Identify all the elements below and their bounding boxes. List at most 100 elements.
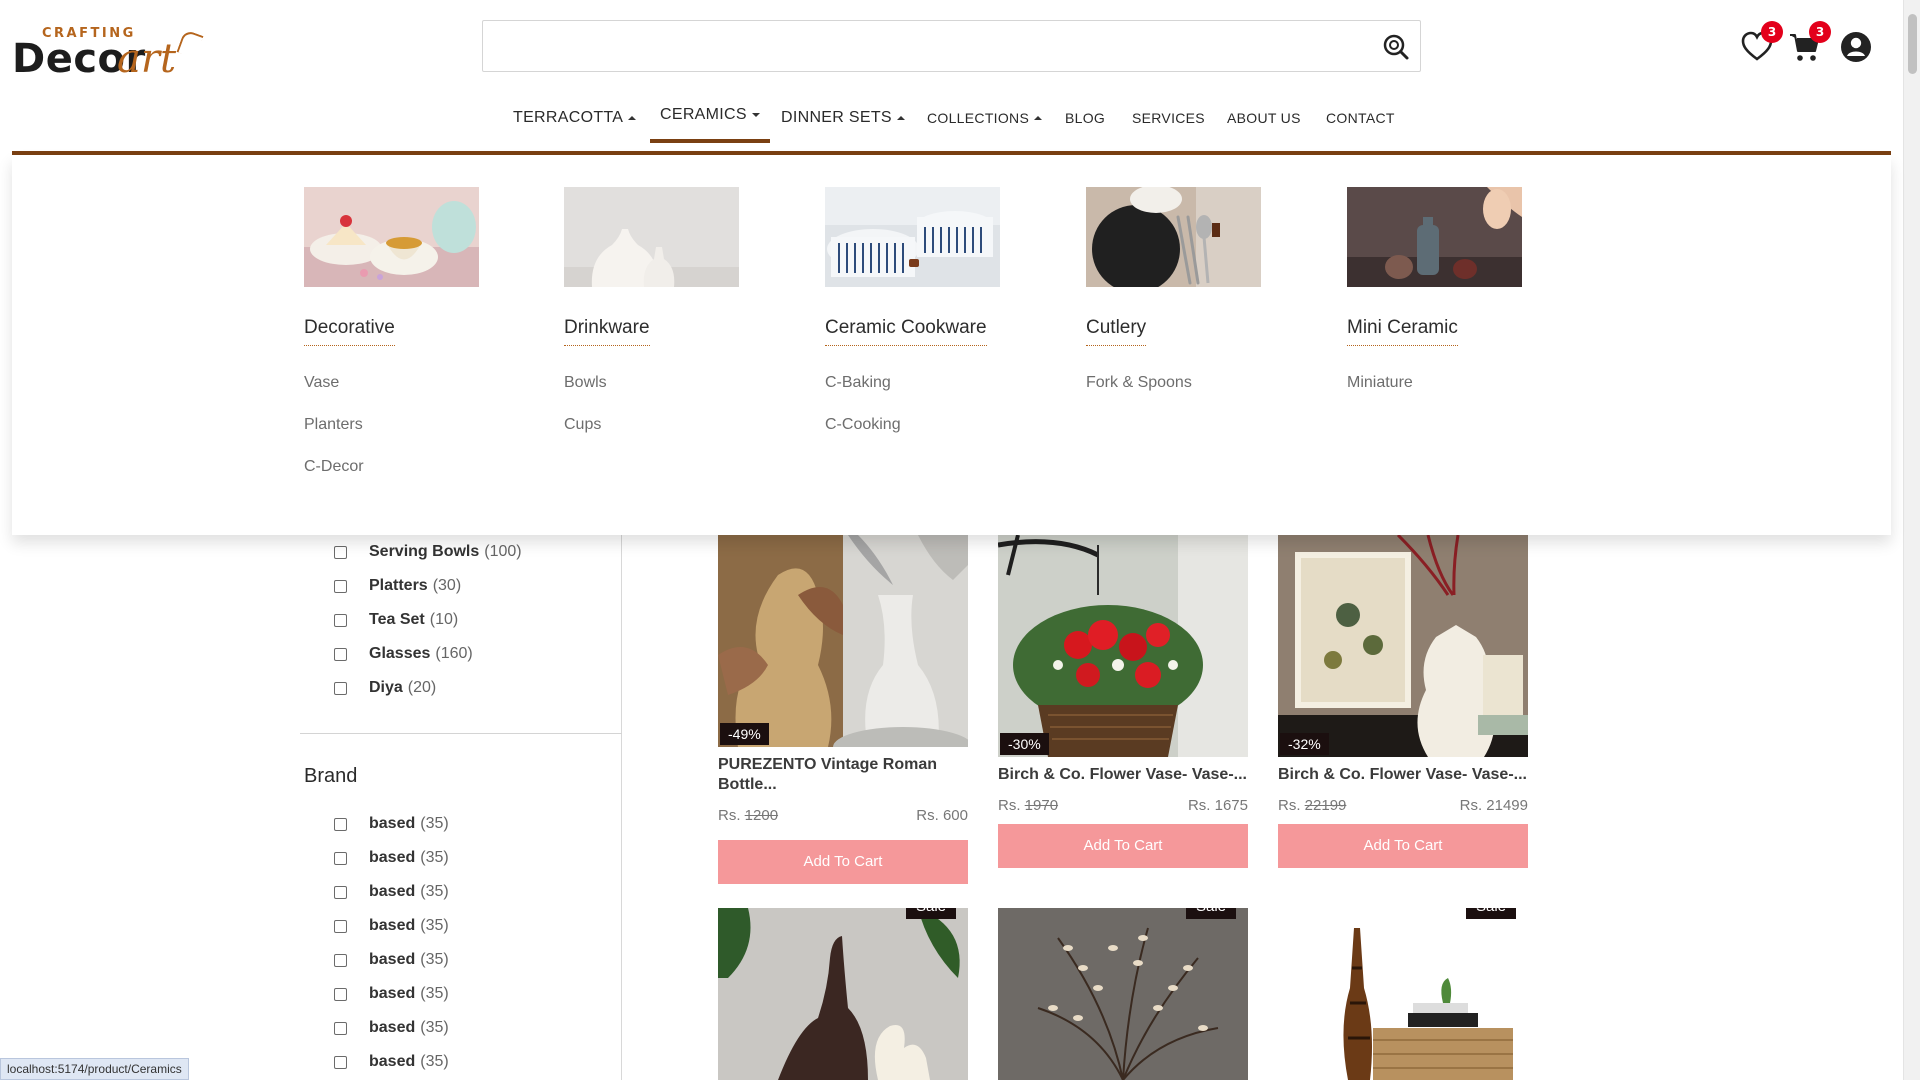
filter-option[interactable]: Platters (30) bbox=[334, 577, 461, 595]
add-to-cart-button[interactable]: Add To Cart bbox=[998, 824, 1248, 868]
discount-badge: -32% bbox=[1280, 733, 1329, 755]
mini-ceramic-image[interactable] bbox=[1347, 187, 1522, 287]
product-image[interactable]: Sale bbox=[998, 908, 1248, 1080]
filter-option[interactable]: Tea Set (10) bbox=[334, 611, 458, 629]
brand-option[interactable]: based (35) bbox=[334, 849, 449, 867]
scrollbar-thumb[interactable] bbox=[1908, 14, 1917, 74]
drinkware-image[interactable] bbox=[564, 187, 739, 287]
nav-collections[interactable]: COLLECTIONS bbox=[927, 92, 1043, 144]
nav-label: CERAMICS bbox=[660, 106, 747, 123]
nav-contact[interactable]: CONTACT bbox=[1326, 92, 1395, 144]
old-price: 1970 bbox=[1024, 797, 1059, 814]
mega-title[interactable]: Drinkware bbox=[564, 317, 650, 346]
currency-label: Rs. bbox=[998, 797, 1021, 814]
add-to-cart-button[interactable]: Add To Cart bbox=[718, 840, 968, 884]
product-card[interactable]: Sale bbox=[718, 908, 968, 1080]
checkbox[interactable] bbox=[334, 1021, 347, 1035]
search-input[interactable] bbox=[483, 21, 1363, 69]
brand-option[interactable]: based (35) bbox=[334, 1053, 449, 1071]
ceramic-cookware-image[interactable] bbox=[825, 187, 1000, 287]
product-image[interactable]: Sale bbox=[718, 908, 968, 1080]
currency-label: Rs. bbox=[1278, 797, 1301, 814]
page-scrollbar[interactable] bbox=[1903, 0, 1920, 1080]
old-price-group: Rs. 22199 bbox=[1278, 797, 1346, 814]
mega-link-bowls[interactable]: Bowls bbox=[564, 374, 764, 392]
brand-name: based bbox=[369, 985, 416, 1002]
product-image[interactable]: -49% bbox=[718, 535, 968, 747]
checkbox[interactable] bbox=[334, 851, 347, 865]
logo[interactable]: CRAFTING Decor art bbox=[12, 22, 204, 82]
filter-option[interactable]: Diya (20) bbox=[334, 679, 436, 697]
product-image[interactable]: -32% bbox=[1278, 535, 1528, 757]
brand-filter-title: Brand bbox=[304, 765, 358, 787]
brand-option[interactable]: based (35) bbox=[334, 883, 449, 901]
product-title[interactable]: Birch & Co. Flower Vase- Vase-... bbox=[1278, 765, 1528, 785]
checkbox[interactable] bbox=[334, 613, 347, 627]
checkbox[interactable] bbox=[334, 953, 347, 967]
mega-link-c-decor[interactable]: C-Decor bbox=[304, 458, 504, 476]
checkbox[interactable] bbox=[334, 885, 347, 899]
mega-link-vase[interactable]: Vase bbox=[304, 374, 504, 392]
brand-option[interactable]: based (35) bbox=[334, 985, 449, 1003]
mega-title[interactable]: Decorative bbox=[304, 317, 395, 346]
filter-option[interactable]: Serving Bowls (100) bbox=[334, 543, 522, 561]
nav-blog[interactable]: BLOG bbox=[1065, 92, 1105, 144]
sale-badge: Sale bbox=[905, 908, 956, 919]
brand-name: based bbox=[369, 849, 416, 866]
mega-link-planters[interactable]: Planters bbox=[304, 416, 504, 434]
nav-terracotta[interactable]: TERRACOTTA bbox=[513, 92, 637, 144]
mega-title[interactable]: Cutlery bbox=[1086, 317, 1147, 346]
product-image[interactable]: Sale bbox=[1278, 908, 1528, 1080]
brand-option[interactable]: based (35) bbox=[334, 951, 449, 969]
decorative-image[interactable] bbox=[304, 187, 479, 287]
nav-dinner-sets[interactable]: DINNER SETS bbox=[781, 92, 905, 144]
product-title[interactable]: PUREZENTO Vintage Roman Bottle... bbox=[718, 755, 968, 795]
checkbox[interactable] bbox=[334, 647, 347, 661]
add-to-cart-button[interactable]: Add To Cart bbox=[1278, 824, 1528, 868]
wishlist-count-badge: 3 bbox=[1761, 21, 1783, 43]
sale-badge: Sale bbox=[1465, 908, 1516, 919]
nav-label: ABOUT US bbox=[1227, 110, 1301, 126]
product-card[interactable]: Sale bbox=[998, 908, 1248, 1080]
checkbox[interactable] bbox=[334, 817, 347, 831]
checkbox[interactable] bbox=[334, 545, 347, 559]
mega-link-c-cooking[interactable]: C-Cooking bbox=[825, 416, 1025, 434]
wishlist-button[interactable]: 3 bbox=[1740, 21, 1783, 64]
caret-up-icon bbox=[1034, 116, 1043, 120]
checkbox[interactable] bbox=[334, 579, 347, 593]
brand-count: (35) bbox=[420, 1053, 449, 1070]
search-icon[interactable] bbox=[1382, 33, 1410, 61]
mega-title[interactable]: Ceramic Cookware bbox=[825, 317, 987, 346]
checkbox[interactable] bbox=[334, 681, 347, 695]
mega-title[interactable]: Mini Ceramic bbox=[1347, 317, 1458, 346]
checkbox[interactable] bbox=[334, 987, 347, 1001]
brand-count: (35) bbox=[420, 815, 449, 832]
product-card[interactable]: -32% Birch & Co. Flower Vase- Vase-... R… bbox=[1278, 535, 1528, 868]
brand-option[interactable]: based (35) bbox=[334, 815, 449, 833]
nav-services[interactable]: SERVICES bbox=[1132, 92, 1205, 144]
product-image[interactable]: -30% bbox=[998, 535, 1248, 757]
product-prices: Rs. 1970 Rs. 1675 bbox=[998, 797, 1248, 814]
account-button[interactable] bbox=[1839, 30, 1873, 64]
brand-count: (35) bbox=[420, 849, 449, 866]
brand-count: (35) bbox=[420, 917, 449, 934]
brand-option[interactable]: based (35) bbox=[334, 1019, 449, 1037]
product-card[interactable]: Sale bbox=[1278, 908, 1528, 1080]
product-card[interactable]: -30% Birch & Co. Flower Vase- Vase-... R… bbox=[998, 535, 1248, 868]
nav-label: DINNER SETS bbox=[781, 109, 892, 126]
nav-about-us[interactable]: ABOUT US bbox=[1227, 92, 1301, 144]
checkbox[interactable] bbox=[334, 1055, 347, 1069]
product-card[interactable]: -49% PUREZENTO Vintage Roman Bottle... R… bbox=[718, 535, 968, 884]
filter-option[interactable]: Glasses (160) bbox=[334, 645, 473, 663]
mega-link-fork-spoons[interactable]: Fork & Spoons bbox=[1086, 374, 1286, 392]
brand-name: based bbox=[369, 1053, 416, 1070]
brand-option[interactable]: based (35) bbox=[334, 917, 449, 935]
checkbox[interactable] bbox=[334, 919, 347, 933]
mega-link-miniature[interactable]: Miniature bbox=[1347, 374, 1547, 392]
mega-link-c-baking[interactable]: C-Baking bbox=[825, 374, 1025, 392]
mega-link-cups[interactable]: Cups bbox=[564, 416, 764, 434]
nav-ceramics[interactable]: CERAMICS bbox=[650, 89, 770, 143]
cart-button[interactable]: 3 bbox=[1788, 21, 1831, 64]
cutlery-image[interactable] bbox=[1086, 187, 1261, 287]
product-title[interactable]: Birch & Co. Flower Vase- Vase-... bbox=[998, 765, 1248, 785]
